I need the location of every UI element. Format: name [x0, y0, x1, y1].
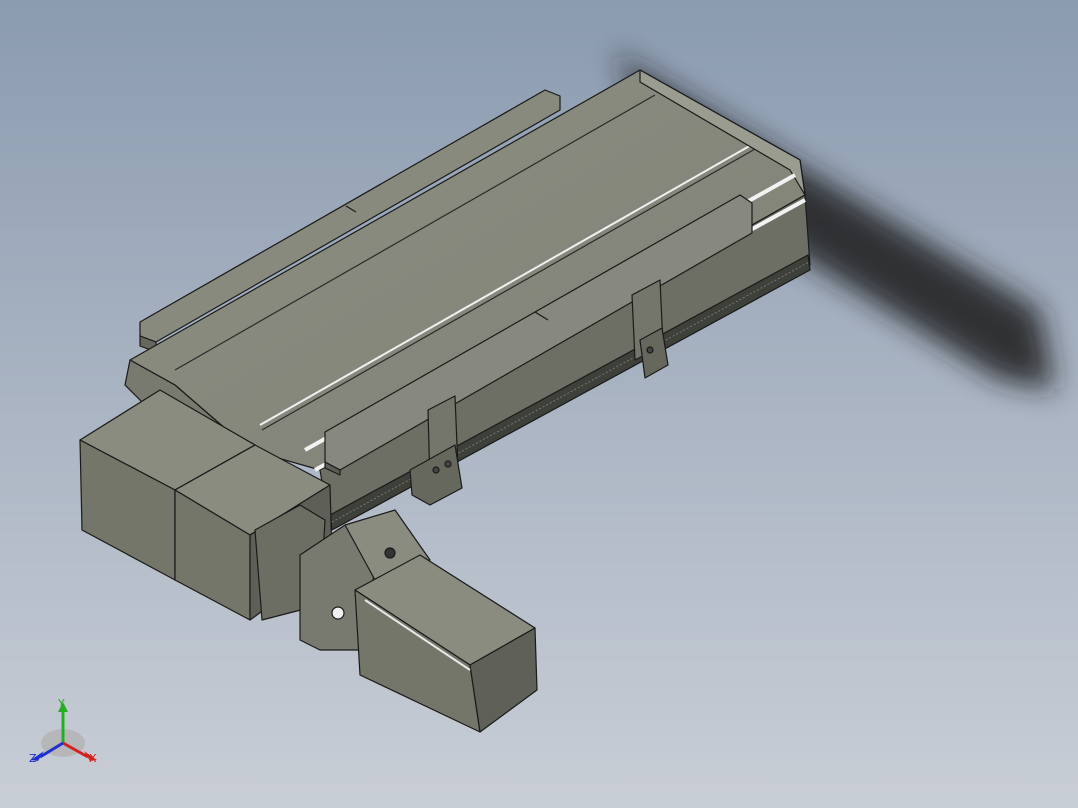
model-canvas[interactable]: Y X Z	[0, 0, 1078, 808]
cad-viewport[interactable]: Y X Z	[0, 0, 1078, 808]
coordinate-triad[interactable]: Y X Z	[29, 697, 97, 765]
triad-x-label: X	[89, 752, 97, 765]
linear-actuator-model[interactable]	[79, 69, 811, 733]
triad-y-label: Y	[57, 697, 65, 710]
triad-z-label: Z	[29, 752, 37, 765]
